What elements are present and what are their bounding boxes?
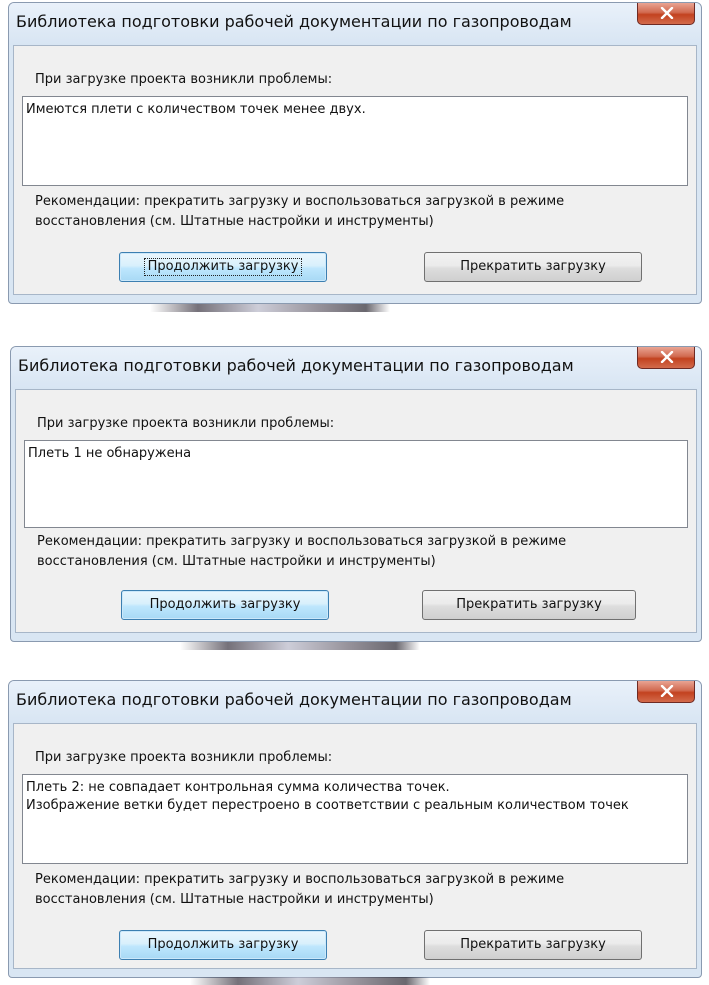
message-line: Плеть 2: не совпадает контрольная сумма … (26, 780, 450, 795)
message-line: Имеются плети с количеством точек менее … (26, 102, 366, 117)
message-line: Изображение ветки будет перестроено в со… (26, 798, 629, 813)
dialog-body: При загрузке проекта возникли проблемы: … (13, 45, 697, 295)
recommendation-line: Рекомендации: прекратить загрузку и восп… (35, 194, 565, 209)
error-dialog: Библиотека подготовки рабочей документац… (10, 346, 702, 642)
continue-loading-button[interactable]: Продолжить загрузку (121, 590, 329, 620)
problems-label: При загрузке проекта возникли проблемы: (35, 72, 333, 87)
continue-loading-label: Продолжить загрузку (143, 258, 303, 276)
message-line: Плеть 1 не обнаружена (28, 446, 192, 461)
error-dialog: Библиотека подготовки рабочей документац… (8, 2, 702, 304)
recommendation-line: восстановления (см. Штатные настройки и … (37, 554, 436, 569)
recommendation-line: восстановления (см. Штатные настройки и … (35, 892, 434, 907)
problems-label: При загрузке проекта возникли проблемы: (35, 750, 333, 765)
message-box[interactable]: Плеть 1 не обнаружена (24, 440, 688, 528)
close-button[interactable] (637, 681, 695, 703)
continue-loading-button[interactable]: Продолжить загрузку (119, 930, 327, 960)
dialog-title: Библиотека подготовки рабочей документац… (18, 356, 574, 375)
dialog-title: Библиотека подготовки рабочей документац… (16, 690, 572, 709)
close-icon (660, 7, 674, 19)
close-button[interactable] (637, 3, 695, 25)
problems-label: При загрузке проекта возникли проблемы: (37, 416, 335, 431)
recommendation-text: Рекомендации: прекратить загрузку и восп… (35, 192, 564, 232)
close-icon (660, 685, 674, 697)
continue-loading-button[interactable]: Продолжить загрузку (119, 252, 327, 282)
recommendation-line: Рекомендации: прекратить загрузку и восп… (37, 534, 567, 549)
recommendation-line: Рекомендации: прекратить загрузку и восп… (35, 872, 565, 887)
title-bar[interactable]: Библиотека подготовки рабочей документац… (9, 3, 701, 45)
error-dialog: Библиотека подготовки рабочей документац… (8, 680, 702, 978)
dialog-body: При загрузке проекта возникли проблемы: … (15, 389, 697, 633)
window-shadow (180, 642, 420, 650)
close-button[interactable] (637, 347, 695, 369)
abort-loading-button[interactable]: Прекратить загрузку (424, 252, 642, 282)
recommendation-text: Рекомендации: прекратить загрузку и восп… (35, 870, 564, 910)
continue-loading-label: Продолжить загрузку (149, 597, 301, 612)
message-box[interactable]: Плеть 2: не совпадает контрольная сумма … (22, 774, 688, 864)
abort-loading-button[interactable]: Прекратить загрузку (424, 930, 642, 960)
title-bar[interactable]: Библиотека подготовки рабочей документац… (11, 347, 701, 389)
dialog-title: Библиотека подготовки рабочей документац… (16, 12, 572, 31)
recommendation-text: Рекомендации: прекратить загрузку и восп… (37, 532, 566, 572)
abort-loading-button[interactable]: Прекратить загрузку (422, 590, 636, 620)
continue-loading-label: Продолжить загрузку (147, 937, 299, 952)
message-box[interactable]: Имеются плети с количеством точек менее … (22, 96, 688, 186)
recommendation-line: восстановления (см. Штатные настройки и … (35, 214, 434, 229)
window-shadow (190, 977, 430, 985)
dialog-body: При загрузке проекта возникли проблемы: … (13, 723, 697, 969)
title-bar[interactable]: Библиотека подготовки рабочей документац… (9, 681, 701, 723)
close-icon (660, 351, 674, 363)
window-shadow (150, 304, 390, 312)
